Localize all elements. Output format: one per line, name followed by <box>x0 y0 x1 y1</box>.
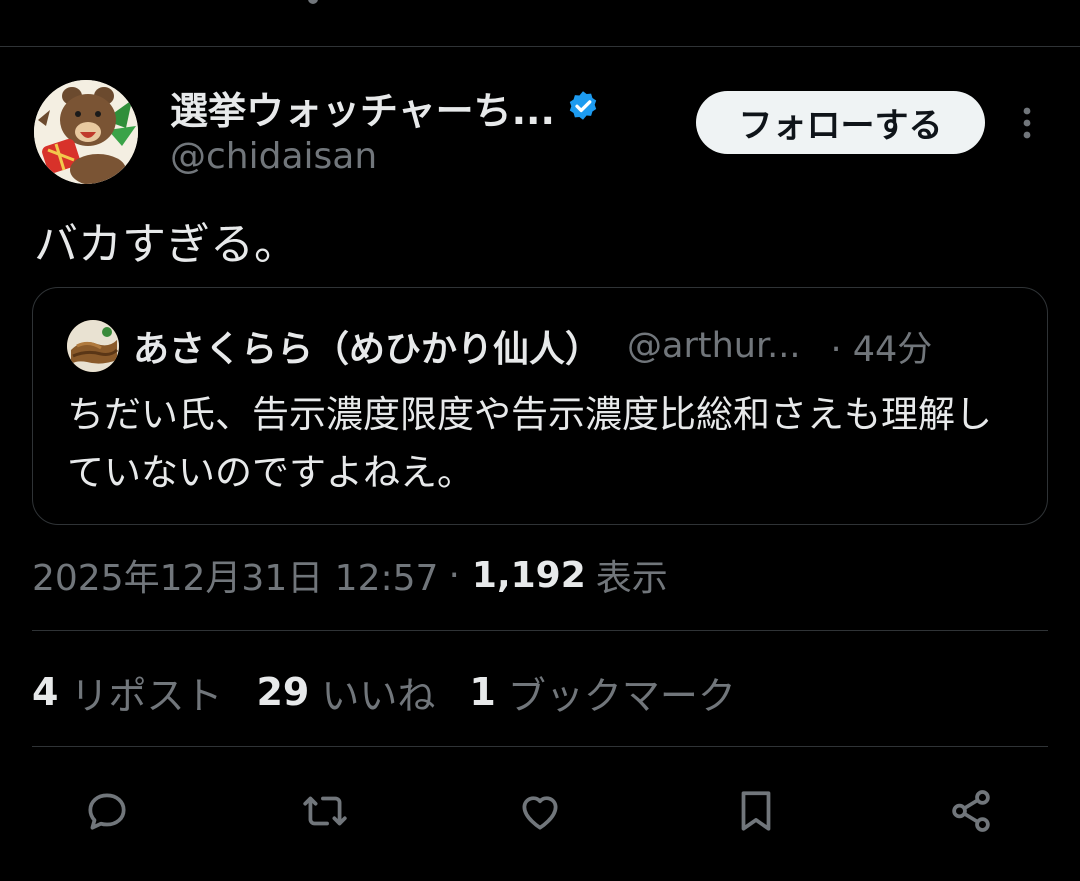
timestamp[interactable]: 2025年12月31日 12:57 <box>32 549 438 601</box>
tweet-meta: 2025年12月31日 12:57 · 1,192 表示 <box>32 548 668 602</box>
bookmark-button[interactable] <box>729 784 783 838</box>
like-button[interactable] <box>513 784 567 838</box>
reply-button[interactable] <box>80 784 134 838</box>
author-name[interactable]: 選挙ウォッチャーち... <box>170 80 555 135</box>
meta-separator: · <box>448 554 460 596</box>
quoted-tweet-card[interactable]: あさくらら（めひかり仙人） @arthur... · 44分 ちだい氏、告示濃度… <box>32 287 1048 525</box>
quote-header: あさくらら（めひかり仙人） @arthur... · 44分 <box>133 318 932 374</box>
follow-button[interactable]: フォローする <box>696 91 985 154</box>
like-icon <box>522 796 558 830</box>
author-name-row[interactable]: 選挙ウォッチャーち... <box>170 80 601 134</box>
bookmarks-label[interactable]: ブックマーク <box>508 665 736 720</box>
likes-label[interactable]: いいね <box>321 665 435 720</box>
bookmarks-count[interactable]: 1 <box>469 670 495 714</box>
quote-author-handle[interactable]: @arthur... <box>627 326 800 366</box>
quote-author-avatar[interactable] <box>67 320 119 372</box>
stats-divider-top <box>32 630 1048 631</box>
top-edge-dot <box>308 0 318 4</box>
views-label: 表示 <box>595 558 668 599</box>
reposts-label[interactable]: リポスト <box>70 665 222 720</box>
engagement-stats: 4 リポスト 29 いいね 1 ブックマーク <box>32 664 770 720</box>
header-divider <box>0 46 1080 47</box>
likes-count[interactable]: 29 <box>256 670 309 714</box>
tweet-text: バカすぎる。 <box>34 219 298 270</box>
share-icon <box>952 790 990 832</box>
share-button[interactable] <box>944 784 998 838</box>
quote-time[interactable]: · 44分 <box>831 321 933 372</box>
food-avatar-icon <box>67 320 119 372</box>
quote-text: ちだい氏、告示濃度限度や告示濃度比総和さえも理解していないのですよねえ。 <box>67 393 992 494</box>
author-avatar[interactable] <box>34 80 138 184</box>
more-options-icon[interactable] <box>1014 106 1040 140</box>
verified-badge-icon <box>565 89 601 125</box>
bookmark-icon <box>741 791 771 831</box>
bear-avatar-icon <box>34 80 138 184</box>
reposts-count[interactable]: 4 <box>32 670 58 714</box>
retweet-icon <box>303 796 347 826</box>
stats-divider-bottom <box>32 746 1048 747</box>
retweet-button[interactable] <box>298 784 352 838</box>
author-handle[interactable]: @chidaisan <box>170 136 377 177</box>
quote-author-name[interactable]: あさくらら（めひかり仙人） <box>133 320 601 372</box>
reply-icon <box>88 793 126 830</box>
views-count: 1,192 <box>471 554 586 596</box>
